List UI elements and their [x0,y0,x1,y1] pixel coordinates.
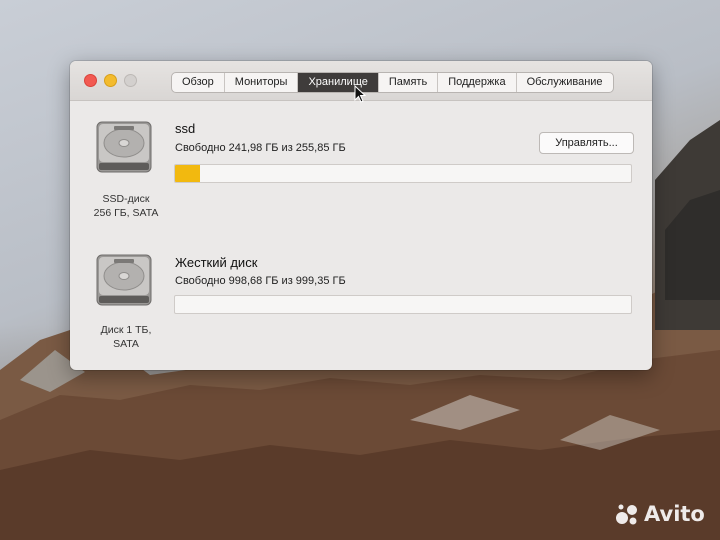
disk-name: ssd [175,121,196,136]
disk-free-space: Свободно 998,68 ГБ из 999,35 ГБ [175,275,346,287]
disk-caption-line1: Диск 1 ТБ, [100,324,152,336]
tab-memory[interactable]: Память [379,73,439,92]
tab-displays[interactable]: Мониторы [225,73,299,92]
zoom-button[interactable] [124,74,137,87]
storage-pane: SSD-диск 256 ГБ, SATA ssd Свободно 241,9… [70,102,652,370]
storage-usage-bar [174,164,632,183]
hard-drive-icon [94,249,154,309]
disk-name: Жесткий диск [175,255,258,270]
avito-watermark: Avito [614,500,705,528]
disk-caption-line2: SATA [113,338,139,350]
minimize-button[interactable] [104,74,117,87]
watermark-text: Avito [644,502,705,526]
system-info-window: Обзор Мониторы Хранилище Память Поддержк… [70,61,652,370]
avito-logo-icon [616,504,637,525]
disk-caption-line1: SSD-диск [102,193,150,205]
tab-support[interactable]: Поддержка [438,73,517,92]
manage-button[interactable]: Управлять... [539,132,634,154]
disk-free-space: Свободно 241,98 ГБ из 255,85 ГБ [175,142,346,154]
close-button[interactable] [84,74,97,87]
tab-bar: Обзор Мониторы Хранилище Память Поддержк… [171,72,614,93]
disk-row-hdd: Диск 1 ТБ, SATA Жесткий диск Свободно 99… [70,235,652,365]
disk-caption: Диск 1 ТБ, SATA [76,323,176,351]
hard-drive-icon [94,116,154,176]
mouse-pointer-icon [354,84,367,103]
tab-service[interactable]: Обслуживание [517,73,613,92]
storage-usage-bar [174,295,632,314]
tab-storage[interactable]: Хранилище [298,73,379,92]
disk-caption: SSD-диск 256 ГБ, SATA [76,192,176,220]
tab-overview[interactable]: Обзор [172,73,225,92]
storage-usage-fill [175,165,200,182]
disk-row-ssd: SSD-диск 256 ГБ, SATA ssd Свободно 241,9… [70,102,652,232]
disk-caption-line2: 256 ГБ, SATA [93,207,159,219]
